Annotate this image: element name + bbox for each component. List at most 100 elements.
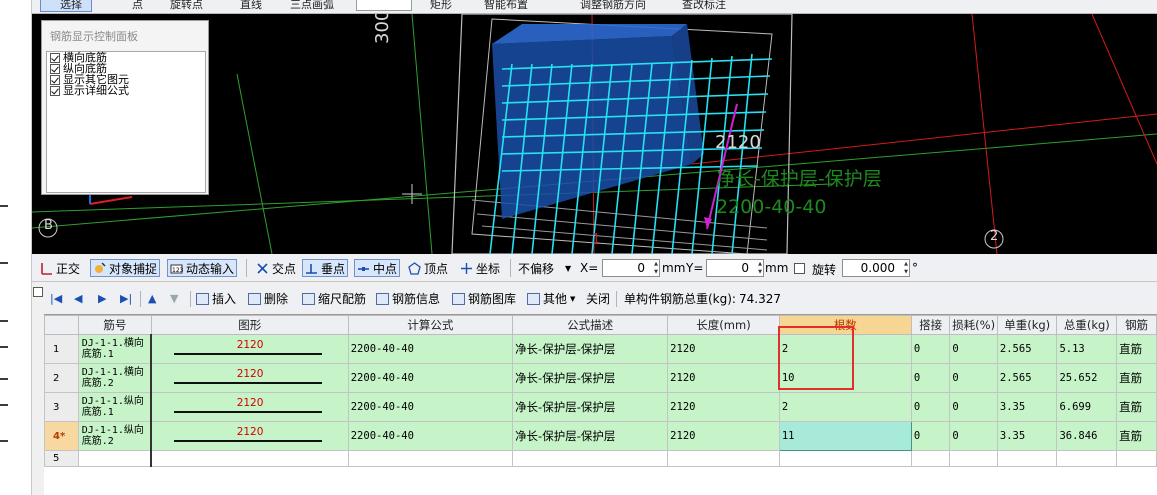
first-record-icon[interactable]: |◀ bbox=[50, 292, 62, 305]
ortho-toggle[interactable]: 正交 bbox=[38, 259, 82, 277]
shape-cell[interactable]: 2120 bbox=[150, 334, 349, 364]
select-label[interactable]: 选择 bbox=[60, 0, 82, 12]
formula-desc-cell[interactable]: 净长-保护层-保护层 bbox=[512, 334, 669, 364]
rebar-type-cell[interactable]: 直筋 bbox=[1116, 392, 1157, 422]
rotate-point-button[interactable]: 旋转点 bbox=[170, 0, 203, 12]
row-number[interactable]: 1 bbox=[44, 334, 79, 364]
unit-weight-cell[interactable]: 2.565 bbox=[996, 334, 1058, 364]
smart-layout-button[interactable]: 智能布置 bbox=[484, 0, 528, 12]
total-weight-cell[interactable]: 36.846 bbox=[1056, 421, 1118, 451]
delete-button[interactable]: 删除 bbox=[248, 290, 288, 307]
panel-corner-icon[interactable] bbox=[33, 287, 43, 297]
count-cell[interactable]: 2 bbox=[778, 392, 912, 422]
table-row[interactable]: 4* DJ-1-1.纵向底筋.2 2120 2200-40-40 净长-保护层-… bbox=[44, 421, 1157, 451]
empty-cell[interactable] bbox=[1056, 450, 1118, 467]
line-button[interactable]: 直线 bbox=[240, 0, 262, 12]
checkbox-icon[interactable] bbox=[50, 52, 60, 63]
header-lap[interactable]: 搭接 bbox=[910, 315, 951, 335]
dynamic-input-toggle[interactable]: 123 动态输入 bbox=[167, 259, 238, 277]
length-cell[interactable]: 2120 bbox=[667, 334, 780, 364]
shape-cell[interactable]: 2120 bbox=[150, 421, 349, 451]
count-cell-selected[interactable]: 11 bbox=[778, 421, 912, 451]
loss-cell[interactable]: 0 bbox=[949, 334, 998, 364]
shape-cell[interactable]: 2120 bbox=[150, 392, 349, 422]
perpendicular-snap[interactable]: 垂点 bbox=[302, 259, 349, 277]
empty-cell[interactable] bbox=[77, 450, 153, 467]
empty-cell[interactable] bbox=[1116, 450, 1157, 467]
vertex-snap[interactable]: 顶点 bbox=[406, 259, 450, 277]
formula-desc-cell[interactable]: 净长-保护层-保护层 bbox=[512, 392, 669, 422]
rotate-angle-input[interactable]: 0.000 bbox=[842, 259, 910, 277]
rebar-name-cell[interactable]: DJ-1-1.纵向底筋.1 bbox=[77, 392, 153, 422]
rebar-library-button[interactable]: 钢筋图库 bbox=[452, 290, 516, 307]
rebar-type-cell[interactable]: 直筋 bbox=[1116, 421, 1157, 451]
loss-cell[interactable]: 0 bbox=[949, 421, 998, 451]
empty-cell[interactable] bbox=[667, 450, 780, 467]
table-row[interactable]: 3 DJ-1-1.纵向底筋.1 2120 2200-40-40 净长-保护层-保… bbox=[44, 392, 1157, 422]
header-loss[interactable]: 损耗(%) bbox=[949, 315, 998, 335]
shape-cell[interactable]: 2120 bbox=[150, 363, 349, 393]
formula-desc-cell[interactable]: 净长-保护层-保护层 bbox=[512, 421, 669, 451]
length-cell[interactable]: 2120 bbox=[667, 392, 780, 422]
rebar-name-cell[interactable]: DJ-1-1.横向底筋.1 bbox=[77, 334, 153, 364]
rebar-type-cell[interactable]: 直筋 bbox=[1116, 334, 1157, 364]
table-row-empty[interactable]: 5 bbox=[44, 450, 1157, 467]
count-cell[interactable]: 2 bbox=[778, 334, 912, 364]
move-up-icon[interactable]: ▲ bbox=[148, 292, 156, 305]
unit-weight-cell[interactable]: 3.35 bbox=[996, 421, 1058, 451]
rebar-info-button[interactable]: 钢筋信息 bbox=[376, 290, 440, 307]
header-formula-desc[interactable]: 公式描述 bbox=[512, 315, 669, 335]
lap-cell[interactable]: 0 bbox=[910, 334, 951, 364]
checkbox-icon[interactable] bbox=[50, 85, 60, 96]
close-button[interactable]: 关闭 bbox=[586, 290, 610, 307]
empty-cell[interactable] bbox=[347, 450, 514, 467]
length-cell[interactable]: 2120 bbox=[667, 421, 780, 451]
row-number[interactable]: 3 bbox=[44, 392, 79, 422]
offset-select[interactable]: 不偏移 ▼ bbox=[516, 259, 573, 277]
table-row[interactable]: 1 DJ-1-1.横向底筋.1 2120 2200-40-40 净长-保护层-保… bbox=[44, 334, 1157, 364]
header-rebar-type[interactable]: 钢筋 bbox=[1116, 315, 1157, 335]
x-coordinate-input[interactable]: 0 bbox=[602, 259, 660, 277]
last-record-icon[interactable]: ▶| bbox=[120, 292, 132, 305]
intersection-snap[interactable]: 交点 bbox=[254, 259, 298, 277]
scale-config-button[interactable]: 缩尺配筋 bbox=[302, 290, 366, 307]
previous-record-icon[interactable]: ◀ bbox=[74, 292, 82, 305]
formula-desc-cell[interactable]: 净长-保护层-保护层 bbox=[512, 363, 669, 393]
lap-cell[interactable]: 0 bbox=[910, 421, 951, 451]
empty-cell[interactable] bbox=[910, 450, 951, 467]
row-number[interactable]: 5 bbox=[44, 450, 79, 467]
header-unit-weight[interactable]: 单重(kg) bbox=[996, 315, 1058, 335]
rotate-checkbox[interactable] bbox=[794, 263, 805, 274]
unit-weight-cell[interactable]: 2.565 bbox=[996, 363, 1058, 393]
checkbox-icon[interactable] bbox=[50, 74, 60, 85]
row-number-current[interactable]: 4* bbox=[44, 421, 79, 451]
formula-cell[interactable]: 2200-40-40 bbox=[347, 421, 514, 451]
empty-cell[interactable] bbox=[150, 450, 349, 467]
rect-button[interactable]: 矩形 bbox=[430, 0, 452, 12]
count-cell[interactable]: 10 bbox=[778, 363, 912, 393]
loss-cell[interactable]: 0 bbox=[949, 392, 998, 422]
point-button[interactable]: 点 bbox=[132, 0, 143, 12]
midpoint-snap[interactable]: 中点 bbox=[354, 259, 401, 277]
edit-annotation-button[interactable]: 查改标注 bbox=[682, 0, 726, 12]
rebar-type-cell[interactable]: 直筋 bbox=[1116, 363, 1157, 393]
header-length[interactable]: 长度(mm) bbox=[667, 315, 780, 335]
rebar-name-cell[interactable]: DJ-1-1.横向底筋.2 bbox=[77, 363, 153, 393]
formula-cell[interactable]: 2200-40-40 bbox=[347, 334, 514, 364]
adjust-direction-button[interactable]: 调整钢筋方向 bbox=[580, 0, 646, 12]
unit-weight-cell[interactable]: 3.35 bbox=[996, 392, 1058, 422]
empty-cell[interactable] bbox=[949, 450, 998, 467]
length-cell[interactable]: 2120 bbox=[667, 363, 780, 393]
total-weight-cell[interactable]: 6.699 bbox=[1056, 392, 1118, 422]
header-total-weight[interactable]: 总重(kg) bbox=[1056, 315, 1118, 335]
total-weight-cell[interactable]: 5.13 bbox=[1056, 334, 1118, 364]
formula-cell[interactable]: 2200-40-40 bbox=[347, 392, 514, 422]
lap-cell[interactable]: 0 bbox=[910, 392, 951, 422]
rebar-name-cell[interactable]: DJ-1-1.纵向底筋.2 bbox=[77, 421, 153, 451]
formula-cell[interactable]: 2200-40-40 bbox=[347, 363, 514, 393]
lap-cell[interactable]: 0 bbox=[910, 363, 951, 393]
next-record-icon[interactable]: ▶ bbox=[98, 292, 106, 305]
option-show-detailed-formula[interactable]: 显示详细公式 bbox=[47, 85, 205, 96]
empty-cell[interactable] bbox=[512, 450, 669, 467]
row-number[interactable]: 2 bbox=[44, 363, 79, 393]
